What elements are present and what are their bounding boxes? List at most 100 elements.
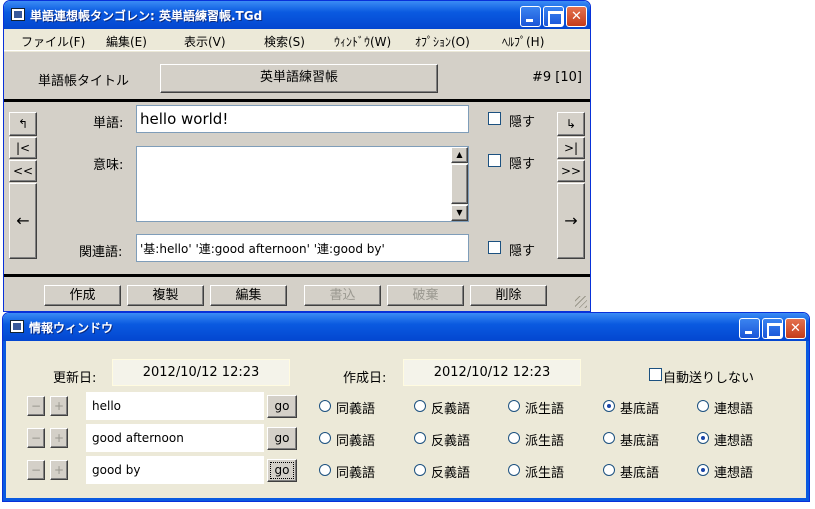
row-radio-3[interactable]: [603, 464, 615, 476]
row-radio-label-0: 同義語: [336, 402, 376, 417]
row-minus-button[interactable]: −: [27, 460, 45, 480]
edit-button[interactable]: 編集: [210, 285, 287, 306]
row-radio-2[interactable]: [508, 464, 520, 476]
row-radio-1[interactable]: [414, 400, 426, 412]
meaning-label: 意味:: [93, 158, 124, 173]
row-radio-0[interactable]: [319, 432, 331, 444]
row-word-input[interactable]: hello: [86, 392, 264, 420]
row-plus-button[interactable]: +: [50, 460, 68, 480]
nav-begin-button[interactable]: |<: [9, 137, 37, 159]
row-minus-button[interactable]: −: [27, 428, 45, 448]
info-window-title: 情報ウィンドウ: [29, 321, 114, 335]
updated-value: 2012/10/12 12:23: [112, 359, 290, 386]
hide-related-checkbox[interactable]: [488, 241, 501, 254]
menu-options[interactable]: ｵﾌﾟｼｮﾝ(O): [415, 33, 470, 50]
book-title-field[interactable]: 英単語練習帳: [160, 64, 438, 93]
row-radio-3[interactable]: [603, 400, 615, 412]
scroll-down-button[interactable]: ▼: [451, 205, 468, 221]
scroll-up-button[interactable]: ▲: [451, 147, 468, 163]
info-maximize-button[interactable]: [762, 318, 783, 339]
row-radio-2[interactable]: [508, 432, 520, 444]
discard-button[interactable]: 破棄: [387, 285, 464, 306]
info-close-button[interactable]: ✕: [785, 318, 806, 339]
entry-panel: ↰ |< << ← 単語: hello world! 隠す 意味: ▲ ▼ 隠す…: [4, 102, 590, 274]
row-radio-0[interactable]: [319, 464, 331, 476]
row-minus-button[interactable]: −: [27, 396, 45, 416]
row-word-input[interactable]: good by: [86, 456, 264, 484]
meaning-scrollbar[interactable]: ▲ ▼: [451, 147, 468, 221]
button-bar: 作成 複製 編集 書込 破棄 削除: [4, 277, 590, 311]
row-radio-0[interactable]: [319, 400, 331, 412]
write-button[interactable]: 書込: [304, 285, 381, 306]
main-window-title: 単語連想帳タンゴレン: 英単語練習帳.TGd: [30, 9, 263, 23]
delete-button[interactable]: 削除: [470, 285, 547, 306]
menu-window[interactable]: ｳｨﾝﾄﾞｳ(W): [334, 33, 391, 50]
nav-end-button[interactable]: >|: [557, 137, 585, 159]
related-input[interactable]: '基:hello' '連:good afternoon' '連:good by': [136, 234, 469, 262]
row-radio-label-4: 連想語: [714, 466, 754, 481]
nav-next-page-button[interactable]: >>: [557, 160, 585, 182]
info-title-bar[interactable]: 情報ウィンドウ ✕: [3, 313, 809, 341]
meaning-textarea[interactable]: ▲ ▼: [136, 146, 469, 222]
created-value: 2012/10/12 12:23: [403, 359, 581, 386]
row-plus-button[interactable]: +: [50, 428, 68, 448]
row-go-button[interactable]: go: [267, 459, 297, 482]
row-go-button[interactable]: go: [267, 427, 297, 450]
row-radio-label-3: 基底語: [620, 466, 660, 481]
info-window: 情報ウィンドウ ✕ 更新日: 2012/10/12 12:23 作成日: 201…: [2, 312, 810, 502]
row-radio-4[interactable]: [697, 432, 709, 444]
menu-search[interactable]: 検索(S): [264, 33, 305, 50]
create-button[interactable]: 作成: [44, 285, 121, 306]
info-minimize-button[interactable]: [739, 318, 760, 339]
created-label: 作成日:: [343, 371, 387, 386]
nav-last-right-button[interactable]: ↳: [557, 112, 585, 136]
nav-first-left-button[interactable]: ↰: [9, 112, 37, 136]
row-radio-label-1: 反義語: [431, 434, 471, 449]
row-radio-label-2: 派生語: [525, 402, 565, 417]
scroll-thumb[interactable]: [451, 164, 468, 204]
row-radio-label-2: 派生語: [525, 466, 565, 481]
row-radio-2[interactable]: [508, 400, 520, 412]
menu-file[interactable]: ファイル(F): [21, 33, 85, 50]
hide-word-checkbox[interactable]: [488, 112, 501, 125]
hide-word-label: 隠す: [509, 115, 536, 130]
menu-view[interactable]: 表示(V): [184, 33, 226, 50]
maximize-button[interactable]: [543, 6, 564, 27]
menu-bar: ファイル(F) 編集(E) 表示(V) 検索(S) ｳｨﾝﾄﾞｳ(W) ｵﾌﾟｼ…: [4, 29, 590, 51]
menu-edit[interactable]: 編集(E): [106, 33, 147, 50]
nav-prev-page-button[interactable]: <<: [9, 160, 37, 182]
nav-prev-button[interactable]: ←: [9, 183, 37, 259]
menu-help[interactable]: ﾍﾙﾌﾟ(H): [502, 33, 544, 50]
row-radio-label-0: 同義語: [336, 466, 376, 481]
row-radio-3[interactable]: [603, 432, 615, 444]
row-radio-4[interactable]: [697, 464, 709, 476]
row-radio-1[interactable]: [414, 432, 426, 444]
row-radio-label-3: 基底語: [620, 434, 660, 449]
row-radio-label-2: 派生語: [525, 434, 565, 449]
row-radio-1[interactable]: [414, 464, 426, 476]
hide-related-label: 隠す: [509, 244, 536, 259]
auto-advance-checkbox[interactable]: [649, 368, 662, 381]
main-window: 単語連想帳タンゴレン: 英単語練習帳.TGd ✕ ファイル(F) 編集(E) 表…: [3, 0, 591, 312]
minimize-button[interactable]: [520, 6, 541, 27]
app-icon: [11, 8, 25, 21]
info-app-icon: [10, 320, 24, 333]
resize-grip[interactable]: [575, 296, 587, 308]
word-input[interactable]: hello world!: [136, 105, 469, 133]
row-go-button[interactable]: go: [267, 395, 297, 418]
related-label: 関連語:: [79, 245, 123, 260]
row-radio-4[interactable]: [697, 400, 709, 412]
row-plus-button[interactable]: +: [50, 396, 68, 416]
row-word-input[interactable]: good afternoon: [86, 424, 264, 452]
row-radio-label-1: 反義語: [431, 402, 471, 417]
close-button[interactable]: ✕: [566, 6, 587, 27]
main-title-bar[interactable]: 単語連想帳タンゴレン: 英単語練習帳.TGd ✕: [4, 1, 590, 29]
hide-meaning-checkbox[interactable]: [488, 154, 501, 167]
auto-advance-label: 自動送りしない: [663, 371, 755, 386]
row-radio-label-1: 反義語: [431, 466, 471, 481]
hide-meaning-label: 隠す: [509, 157, 536, 172]
duplicate-button[interactable]: 複製: [127, 285, 204, 306]
nav-next-button[interactable]: →: [557, 183, 585, 259]
row-radio-label-4: 連想語: [714, 402, 754, 417]
record-counter: #9 [10]: [532, 70, 582, 85]
